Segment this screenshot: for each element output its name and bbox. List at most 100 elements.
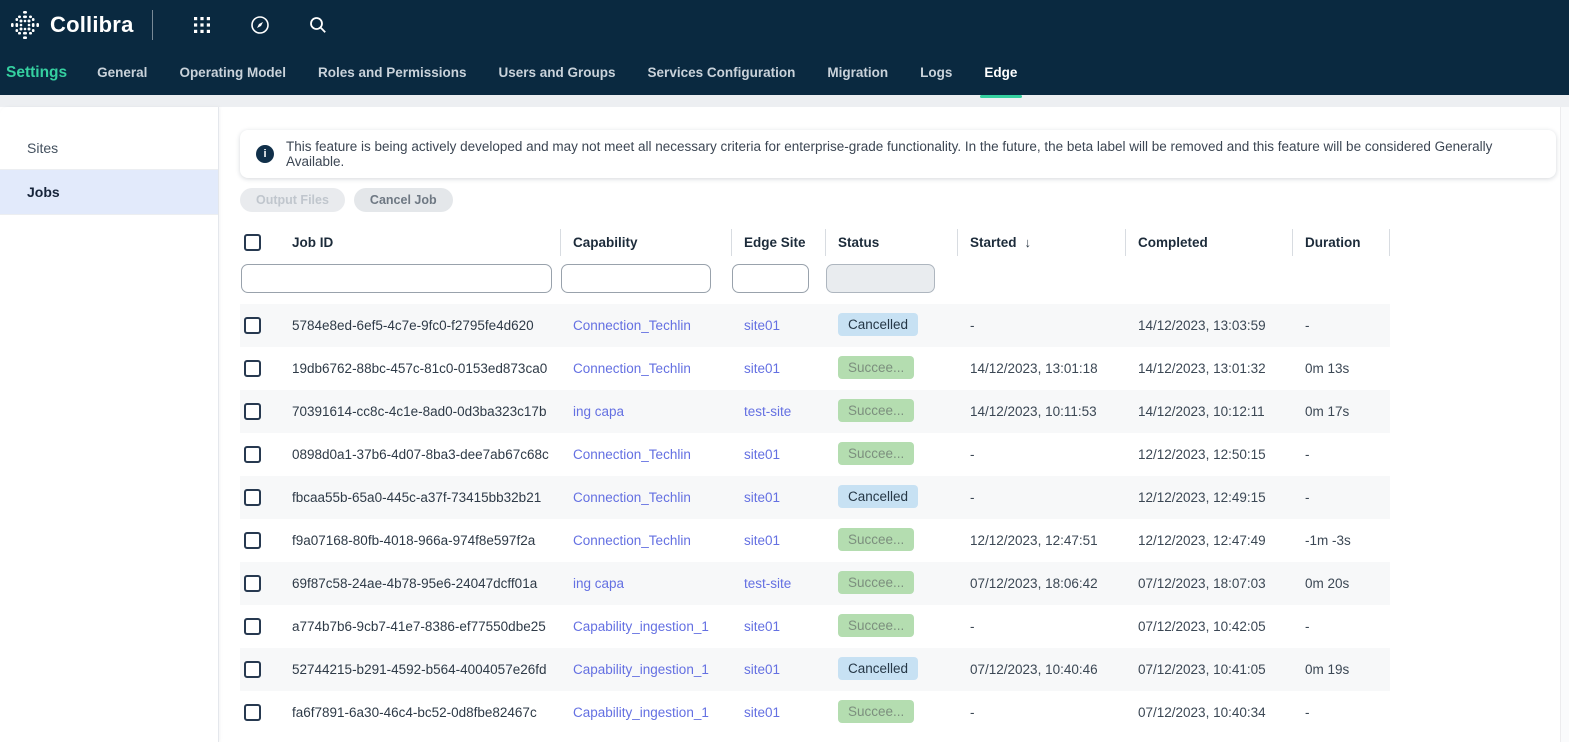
status-badge: Succee... (838, 700, 914, 723)
capability-link[interactable]: Capability_ingestion_1 (573, 705, 709, 720)
edge-site-link[interactable]: site01 (744, 318, 780, 333)
duration-cell: -1m -3s (1305, 533, 1351, 548)
column-header-duration[interactable]: Duration (1293, 229, 1390, 256)
job-row[interactable]: a774b7b6-9cb7-41e7-8386-ef77550dbe25Capa… (240, 605, 1390, 648)
row-checkbox[interactable] (244, 489, 261, 506)
completed-cell: 14/12/2023, 10:12:11 (1138, 404, 1265, 419)
row-checkbox[interactable] (244, 360, 261, 377)
column-header-started[interactable]: Started ↓ (958, 229, 1126, 256)
status-badge: Succee... (838, 571, 914, 594)
status-filter-input[interactable] (826, 264, 935, 293)
job-id-cell: f9a07168-80fb-4018-966a-974f8e597f2a (292, 533, 535, 548)
edge-site-link[interactable]: site01 (744, 533, 780, 548)
row-checkbox[interactable] (244, 704, 261, 721)
capability-filter-input[interactable] (561, 264, 711, 293)
row-checkbox[interactable] (244, 532, 261, 549)
status-badge: Succee... (838, 614, 914, 637)
started-cell: 12/12/2023, 12:47:51 (970, 533, 1098, 548)
tab-operating-model[interactable]: Operating Model (177, 61, 288, 84)
capability-link[interactable]: Connection_Techlin (573, 361, 691, 376)
capability-link[interactable]: Capability_ingestion_1 (573, 662, 709, 677)
job-row[interactable]: 52744215-b291-4592-b564-4004057e26fd Capa… (240, 648, 1390, 691)
job-id-filter-input[interactable] (241, 264, 552, 293)
job-row[interactable]: 19db6762-88bc-457c-81c0-0153ed873ca0 Conn… (240, 347, 1390, 390)
job-row[interactable]: 70391614-cc8c-4c1e-8ad0-0d3ba323c17bing … (240, 390, 1390, 433)
job-id-cell: 19db6762-88bc-457c-81c0-0153ed873ca0 (292, 361, 547, 376)
output-files-button[interactable]: Output Files (240, 188, 345, 212)
column-header-status-label: Status (838, 235, 879, 250)
row-checkbox[interactable] (244, 661, 261, 678)
capability-link[interactable]: ing capa (573, 404, 624, 419)
cancel-job-button[interactable]: Cancel Job (354, 188, 453, 212)
capability-link[interactable]: Connection_Techlin (573, 318, 691, 333)
column-header-job-id-label: Job ID (292, 235, 333, 250)
capability-link[interactable]: Connection_Techlin (573, 447, 691, 462)
duration-cell: - (1305, 318, 1310, 333)
status-badge: Cancelled (838, 485, 918, 508)
edge-site-filter-input[interactable] (732, 264, 809, 293)
started-cell: - (970, 318, 975, 333)
tab-services-configuration[interactable]: Services Configuration (646, 61, 798, 84)
edge-site-link[interactable]: site01 (744, 361, 780, 376)
compass-icon[interactable] (231, 15, 289, 35)
column-header-completed[interactable]: Completed (1126, 229, 1293, 256)
started-cell: 14/12/2023, 10:11:53 (970, 404, 1097, 419)
completed-cell: 14/12/2023, 13:03:59 (1138, 318, 1266, 333)
tab-roles-and-permissions[interactable]: Roles and Permissions (316, 61, 469, 84)
sidebar-item-jobs-label: Jobs (27, 184, 60, 200)
duration-cell: - (1305, 490, 1310, 505)
job-row[interactable]: 0898d0a1-37b6-4d07-8ba3-dee7ab67c68cConn… (240, 433, 1390, 476)
column-header-edge-site[interactable]: Edge Site (732, 229, 826, 256)
edge-site-link[interactable]: site01 (744, 662, 780, 677)
job-id-cell: fbcaa55b-65a0-445c-a37f-73415bb32b21 (292, 490, 541, 505)
row-checkbox[interactable] (244, 618, 261, 635)
collibra-logo[interactable]: Collibra (10, 10, 134, 40)
column-header-job-id[interactable]: Job ID (280, 229, 561, 256)
sidebar-item-jobs[interactable]: Jobs (0, 170, 218, 215)
job-row[interactable]: f9a07168-80fb-4018-966a-974f8e597f2a Conn… (240, 519, 1390, 562)
edge-site-link[interactable]: site01 (744, 619, 780, 634)
capability-link[interactable]: Capability_ingestion_1 (573, 619, 709, 634)
tab-edge[interactable]: Edge (982, 61, 1019, 84)
sidebar-item-sites-label: Sites (27, 140, 58, 156)
job-row[interactable]: 69f87c58-24ae-4b78-95e6-24047dcff01a ing … (240, 562, 1390, 605)
started-cell: 14/12/2023, 13:01:18 (970, 361, 1098, 376)
edge-site-link[interactable]: site01 (744, 490, 780, 505)
tab-logs[interactable]: Logs (918, 61, 954, 84)
tab-general[interactable]: General (95, 61, 149, 84)
edge-site-link[interactable]: test-site (744, 404, 791, 419)
edge-site-link[interactable]: site01 (744, 705, 780, 720)
sidebar-item-sites[interactable]: Sites (0, 125, 218, 170)
row-checkbox[interactable] (244, 317, 261, 334)
info-icon: i (256, 145, 274, 163)
job-row[interactable]: fbcaa55b-65a0-445c-a37f-73415bb32b21 Conn… (240, 476, 1390, 519)
job-id-cell: 69f87c58-24ae-4b78-95e6-24047dcff01a (292, 576, 537, 591)
capability-link[interactable]: Connection_Techlin (573, 533, 691, 548)
capability-link[interactable]: Connection_Techlin (573, 490, 691, 505)
job-id-cell: 52744215-b291-4592-b564-4004057e26fd (292, 662, 546, 677)
started-cell: - (970, 490, 975, 505)
job-row[interactable]: fa6f7891-6a30-46c4-bc52-0d8fbe82467cCapa… (240, 691, 1390, 734)
row-checkbox[interactable] (244, 575, 261, 592)
row-checkbox[interactable] (244, 446, 261, 463)
started-cell: - (970, 447, 975, 462)
edge-site-link[interactable]: site01 (744, 447, 780, 462)
tab-users-and-groups[interactable]: Users and Groups (497, 61, 618, 84)
apps-grid-icon[interactable] (173, 16, 231, 34)
edge-sidebar: Sites Jobs (0, 107, 219, 742)
select-all-checkbox[interactable] (244, 234, 261, 251)
started-cell: 07/12/2023, 10:40:46 (970, 662, 1098, 677)
search-icon[interactable] (289, 16, 347, 34)
settings-tab-bar: Settings General Operating Model Roles a… (0, 50, 1569, 95)
navbar-divider (152, 10, 153, 40)
tab-migration[interactable]: Migration (825, 61, 890, 84)
row-checkbox[interactable] (244, 403, 261, 420)
completed-cell: 07/12/2023, 10:42:05 (1138, 619, 1266, 634)
column-header-capability[interactable]: Capability (561, 229, 732, 256)
column-header-status[interactable]: Status (826, 229, 958, 256)
capability-link[interactable]: ing capa (573, 576, 624, 591)
vertical-scrollbar[interactable] (1560, 107, 1569, 742)
edge-site-link[interactable]: test-site (744, 576, 791, 591)
column-header-edge-site-label: Edge Site (744, 235, 806, 250)
job-row[interactable]: 5784e8ed-6ef5-4c7e-9fc0-f2795fe4d620Conn… (240, 304, 1390, 347)
